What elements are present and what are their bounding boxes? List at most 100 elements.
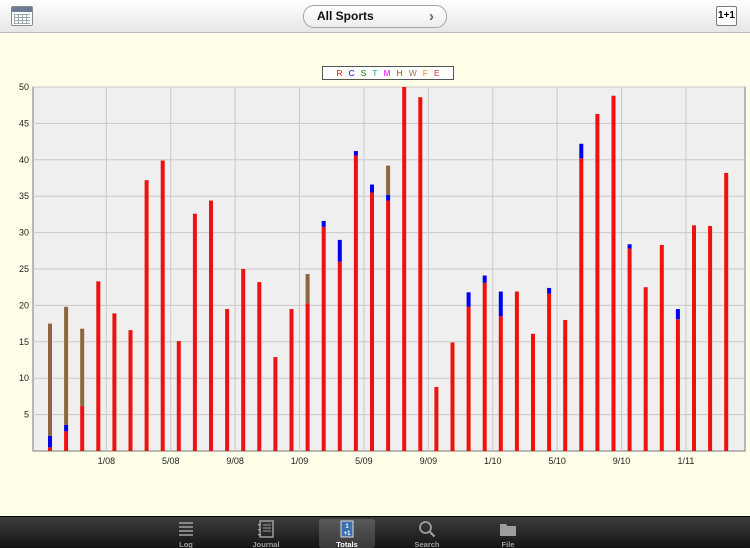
bar-c [386,194,391,201]
bar-r [498,316,503,451]
bar-c [579,143,584,159]
x-tick-label: 5/08 [162,456,180,466]
y-tick-label: 30 [19,228,29,238]
bar-r [643,287,648,451]
bar-r [160,160,165,451]
bar-r [724,172,729,452]
bar-c [627,244,632,249]
x-tick-label: 1/08 [98,456,116,466]
y-tick-label: 50 [19,82,29,92]
tab-log[interactable]: Log [158,519,214,548]
bar-r [96,281,101,451]
bar-c [498,291,503,317]
bar-r [708,226,713,451]
tab-label: Search [414,540,440,548]
bar-r [370,192,374,451]
bar-c [466,292,471,307]
bar-r [305,303,310,451]
bar-h [305,274,310,304]
bar-c [64,424,69,432]
bar-r [273,357,278,451]
bar-c [337,239,342,262]
bar-r [595,113,600,451]
x-tick-label: 9/10 [613,456,631,466]
bar-r [321,226,326,451]
bar-r [466,306,471,451]
bar-r [192,213,197,451]
bar-r [48,447,52,451]
bar-r [128,330,133,451]
bar-c [48,435,52,448]
bar-r [579,158,584,451]
tab-bar: Log Journal 1 +1 Totals Search File [0,516,750,548]
bar-h [64,306,69,425]
bar-r [80,405,85,451]
bar-r [337,261,342,451]
y-tick-label: 25 [19,264,29,274]
bar-r [514,291,519,451]
tab-label: Totals [336,540,358,548]
bar-r [257,282,262,451]
bar-r [692,225,696,451]
bar-r [418,97,423,451]
bar-c [370,184,374,193]
bar-r [386,200,391,451]
bar-c [675,309,680,320]
bar-r [675,319,680,451]
tab-totals[interactable]: 1 +1 Totals [319,519,375,548]
y-tick-label: 15 [19,337,29,347]
tab-label: File [501,540,515,548]
bar-r [434,386,439,451]
tab-search[interactable]: Search [399,519,455,548]
totals-chart: 5 10 15 20 25 30 35 40 45 50 1/08 5/08 9/08 1/09 5/09 9… [19,82,746,466]
x-tick-label: 5/10 [548,456,566,466]
bar-r [531,333,535,451]
x-tick-label: 1/09 [291,456,309,466]
bar-r [241,269,246,451]
x-tick-label: 1/10 [484,456,502,466]
bar-r [144,180,149,451]
bar-h [80,328,85,406]
bar-r [659,244,664,451]
y-tick-label: 40 [19,155,29,165]
bar-r [289,309,294,451]
bar-r [611,95,616,452]
bar-r [402,87,407,451]
bar-r [482,282,487,451]
bar-c [482,275,487,283]
tab-journal[interactable]: Journal [238,519,294,548]
bar-c [321,220,326,227]
bar-r [209,200,213,451]
bar-r [176,341,181,451]
log-icon [158,520,214,538]
tab-file[interactable]: File [480,519,536,548]
y-tick-label: 35 [19,191,29,201]
totals-icon: 1 +1 [319,520,375,538]
y-tick-label: 45 [19,118,29,128]
svg-text:+1: +1 [344,531,352,537]
bar-r [353,155,358,451]
x-tick-label: 9/08 [226,456,244,466]
y-tick-label: 10 [19,373,29,383]
x-tick-label: 5/09 [355,456,373,466]
bar-r [547,293,552,451]
bar-r [563,319,568,451]
journal-icon [238,520,294,538]
y-tick-label: 5 [24,410,29,420]
x-tick-label: 9/09 [420,456,438,466]
bar-r [112,313,117,451]
bar-h [48,323,52,436]
bar-r [225,309,230,451]
tab-label: Log [179,540,193,548]
bar-r [450,342,455,451]
tab-label: Journal [252,540,280,548]
bar-h [386,165,391,195]
bar-c [353,151,358,156]
bar-r [627,248,632,451]
bar-c [547,287,552,294]
x-tick-label: 1/11 [678,456,695,466]
y-tick-label: 20 [19,300,29,310]
search-icon [399,520,455,538]
bar-r [64,431,69,451]
file-icon [480,520,536,538]
